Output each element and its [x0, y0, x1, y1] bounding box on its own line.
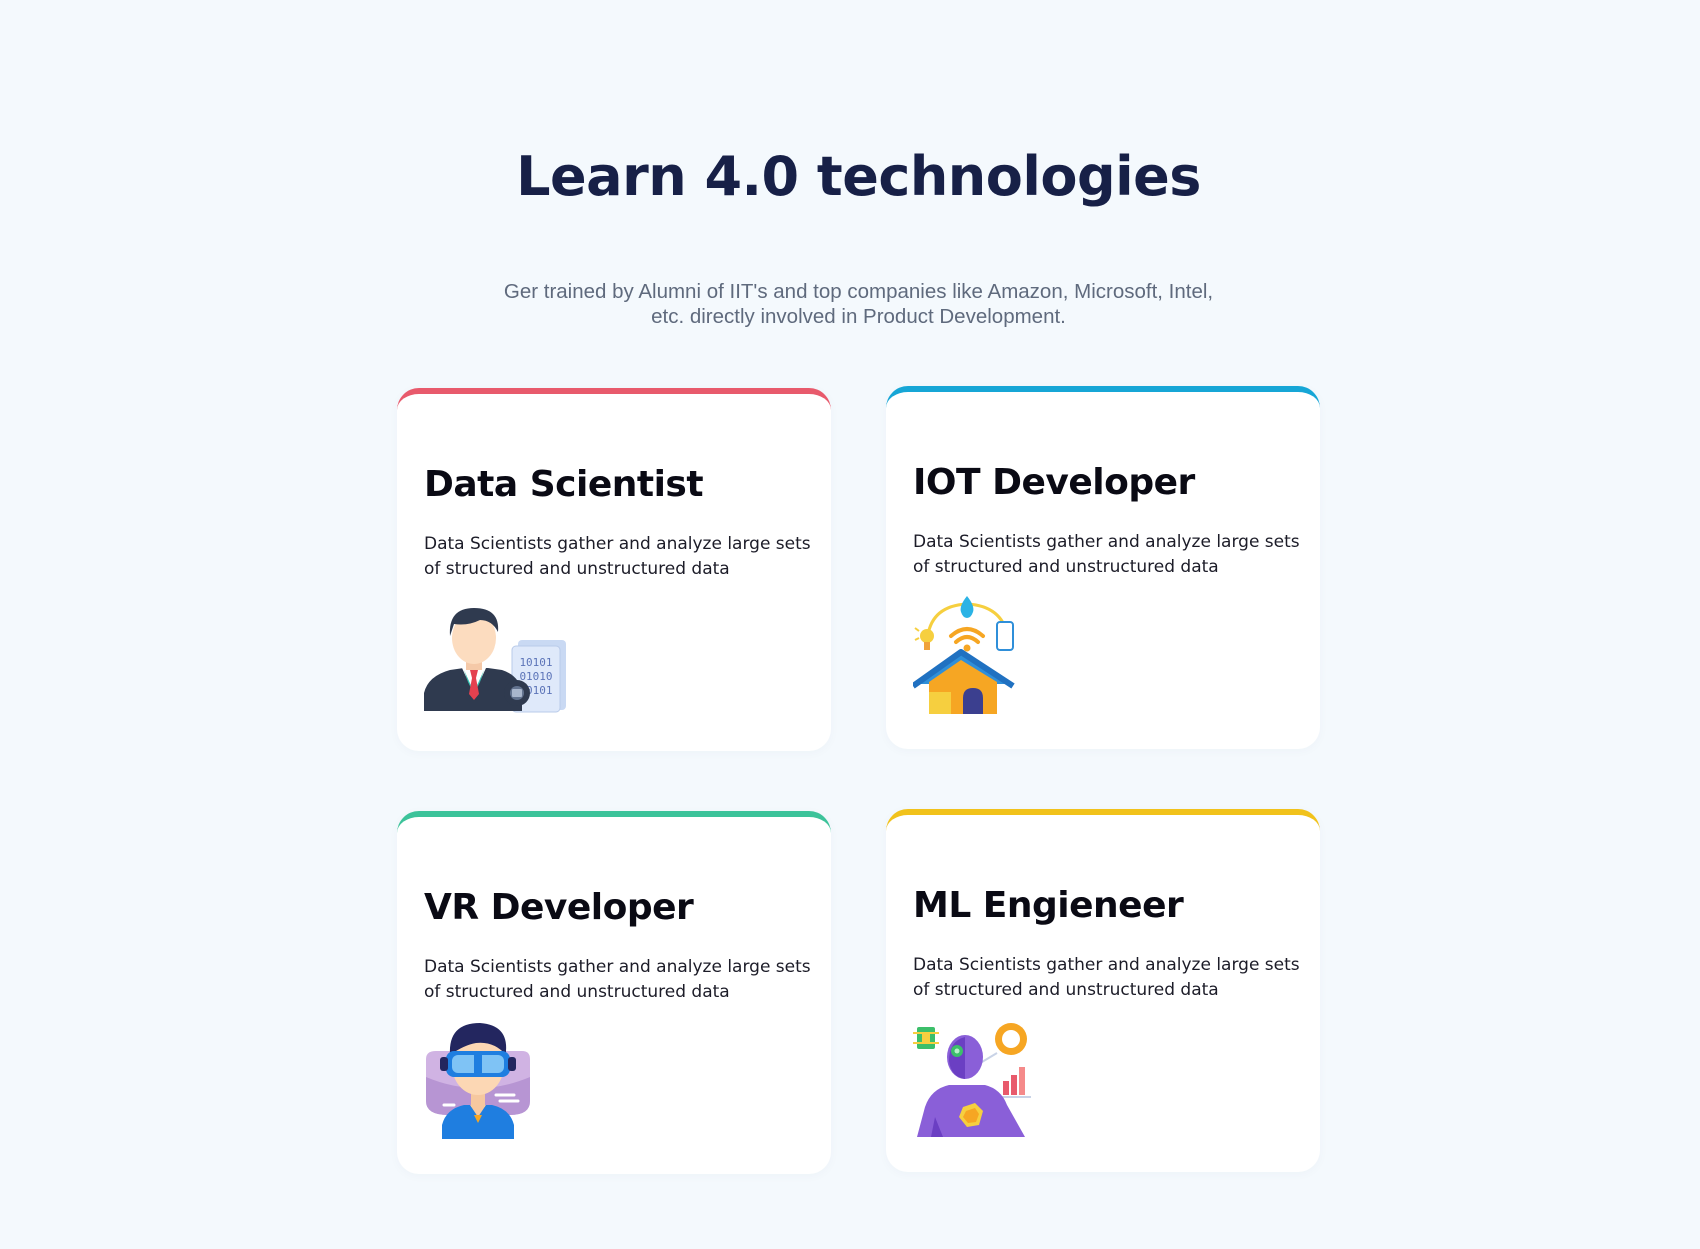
section-subtext: Ger trained by Alumni of IIT's and top c…	[503, 280, 1214, 328]
card-description: Data Scientists gather and analyze large…	[424, 957, 811, 1002]
data-scientist-icon: 10101 01010 10101	[424, 598, 569, 721]
card-iot-developer[interactable]: IOT Developer Data Scientists gather and…	[886, 386, 1320, 749]
card-title: VR Developer	[424, 887, 694, 928]
card-title: Data Scientist	[424, 464, 704, 505]
card-title: IOT Developer	[913, 462, 1195, 503]
card-vr-developer[interactable]: VR Developer Data Scientists gather and …	[397, 811, 831, 1174]
binary-text: 10101	[519, 656, 552, 669]
card-ml-engineer[interactable]: ML Engieneer Data Scientists gather and …	[886, 809, 1320, 1172]
robot-ml-icon	[913, 1019, 1038, 1144]
technologies-section: Learn 4.0 technologies Ger trained by Al…	[0, 0, 1700, 1249]
smart-home-icon	[911, 596, 1023, 721]
card-title: ML Engieneer	[913, 885, 1184, 926]
card-description: Data Scientists gather and analyze large…	[424, 534, 811, 579]
card-description: Data Scientists gather and analyze large…	[913, 532, 1300, 577]
card-data-scientist[interactable]: Data Scientist Data Scientists gather an…	[397, 388, 831, 751]
binary-text: 01010	[519, 670, 552, 683]
section-heading: Learn 4.0 technologies	[516, 145, 1201, 208]
card-description: Data Scientists gather and analyze large…	[913, 955, 1300, 1000]
vr-headset-person-icon	[424, 1021, 534, 1146]
